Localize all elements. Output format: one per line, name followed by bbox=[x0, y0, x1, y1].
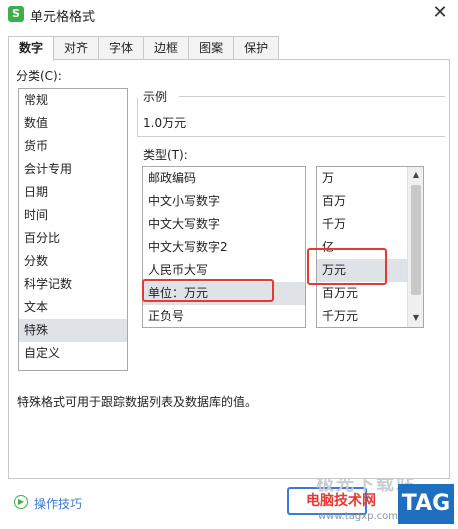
category-item[interactable]: 自定义 bbox=[19, 342, 127, 365]
scroll-down-icon[interactable]: ▼ bbox=[408, 312, 424, 324]
number-format-panel: 分类(C): 常规 数值 货币 会计专用 日期 时间 百分比 分数 科学记数 文… bbox=[8, 59, 450, 479]
dialog-title: 单元格格式 bbox=[30, 10, 96, 25]
scroll-thumb[interactable] bbox=[411, 185, 421, 295]
type-label: 类型(T): bbox=[143, 148, 188, 162]
category-item[interactable]: 百分比 bbox=[19, 227, 127, 250]
category-item[interactable]: 数值 bbox=[19, 112, 127, 135]
category-item[interactable]: 货币 bbox=[19, 135, 127, 158]
category-label: 分类(C): bbox=[16, 69, 62, 83]
type-item[interactable]: 中文小写数字 bbox=[143, 190, 305, 213]
title-bar: S 单元格格式 ✕ bbox=[0, 0, 458, 28]
scroll-up-icon[interactable]: ▲ bbox=[408, 169, 424, 181]
watermark-url: www.tagxp.com bbox=[318, 511, 398, 522]
category-item[interactable]: 时间 bbox=[19, 204, 127, 227]
wps-app-icon: S bbox=[8, 6, 24, 22]
type-item[interactable]: 中文大写数字 bbox=[143, 213, 305, 236]
watermark-text-2: 电脑技术网 bbox=[306, 493, 376, 509]
tab-pattern[interactable]: 图案 bbox=[188, 36, 235, 60]
category-item[interactable]: 分数 bbox=[19, 250, 127, 273]
category-item[interactable]: 常规 bbox=[19, 89, 127, 112]
category-item[interactable]: 会计专用 bbox=[19, 158, 127, 181]
tag-logo: TAG bbox=[398, 484, 454, 524]
sample-label: 示例 bbox=[143, 90, 168, 104]
category-item[interactable]: 日期 bbox=[19, 181, 127, 204]
unit-highlight-box bbox=[307, 248, 387, 285]
tab-number[interactable]: 数字 bbox=[8, 36, 55, 61]
sample-divider bbox=[179, 96, 445, 97]
close-icon[interactable]: ✕ bbox=[430, 3, 450, 23]
sample-value: 1.0万元 bbox=[143, 116, 187, 130]
tab-strip: 数字 对齐 字体 边框 图案 保护 bbox=[8, 36, 280, 61]
tab-border[interactable]: 边框 bbox=[143, 36, 190, 60]
type-item[interactable]: 中文大写数字2 bbox=[143, 236, 305, 259]
tab-font[interactable]: 字体 bbox=[98, 36, 145, 60]
tab-protection[interactable]: 保护 bbox=[233, 36, 280, 60]
type-list[interactable]: 邮政编码 中文小写数字 中文大写数字 中文大写数字2 人民币大写 单位：万元 正… bbox=[142, 166, 306, 328]
tab-alignment[interactable]: 对齐 bbox=[53, 36, 100, 60]
category-list[interactable]: 常规 数值 货币 会计专用 日期 时间 百分比 分数 科学记数 文本 特殊 自定… bbox=[18, 88, 128, 371]
tips-link[interactable]: 操作技巧 bbox=[34, 495, 82, 512]
type-item[interactable]: 邮政编码 bbox=[143, 167, 305, 190]
category-item-selected[interactable]: 特殊 bbox=[19, 319, 127, 342]
format-description: 特殊格式可用于跟踪数据列表及数据库的值。 bbox=[17, 395, 258, 409]
type-highlight-box bbox=[142, 279, 274, 302]
type-item[interactable]: 正负号 bbox=[143, 305, 305, 328]
play-icon[interactable]: ▶ bbox=[14, 495, 28, 509]
sample-group-edge bbox=[137, 98, 138, 136]
sample-group-bottom bbox=[137, 136, 445, 137]
category-item[interactable]: 文本 bbox=[19, 296, 127, 319]
category-item[interactable]: 科学记数 bbox=[19, 273, 127, 296]
unit-scrollbar[interactable]: ▲ ▼ bbox=[407, 167, 423, 327]
